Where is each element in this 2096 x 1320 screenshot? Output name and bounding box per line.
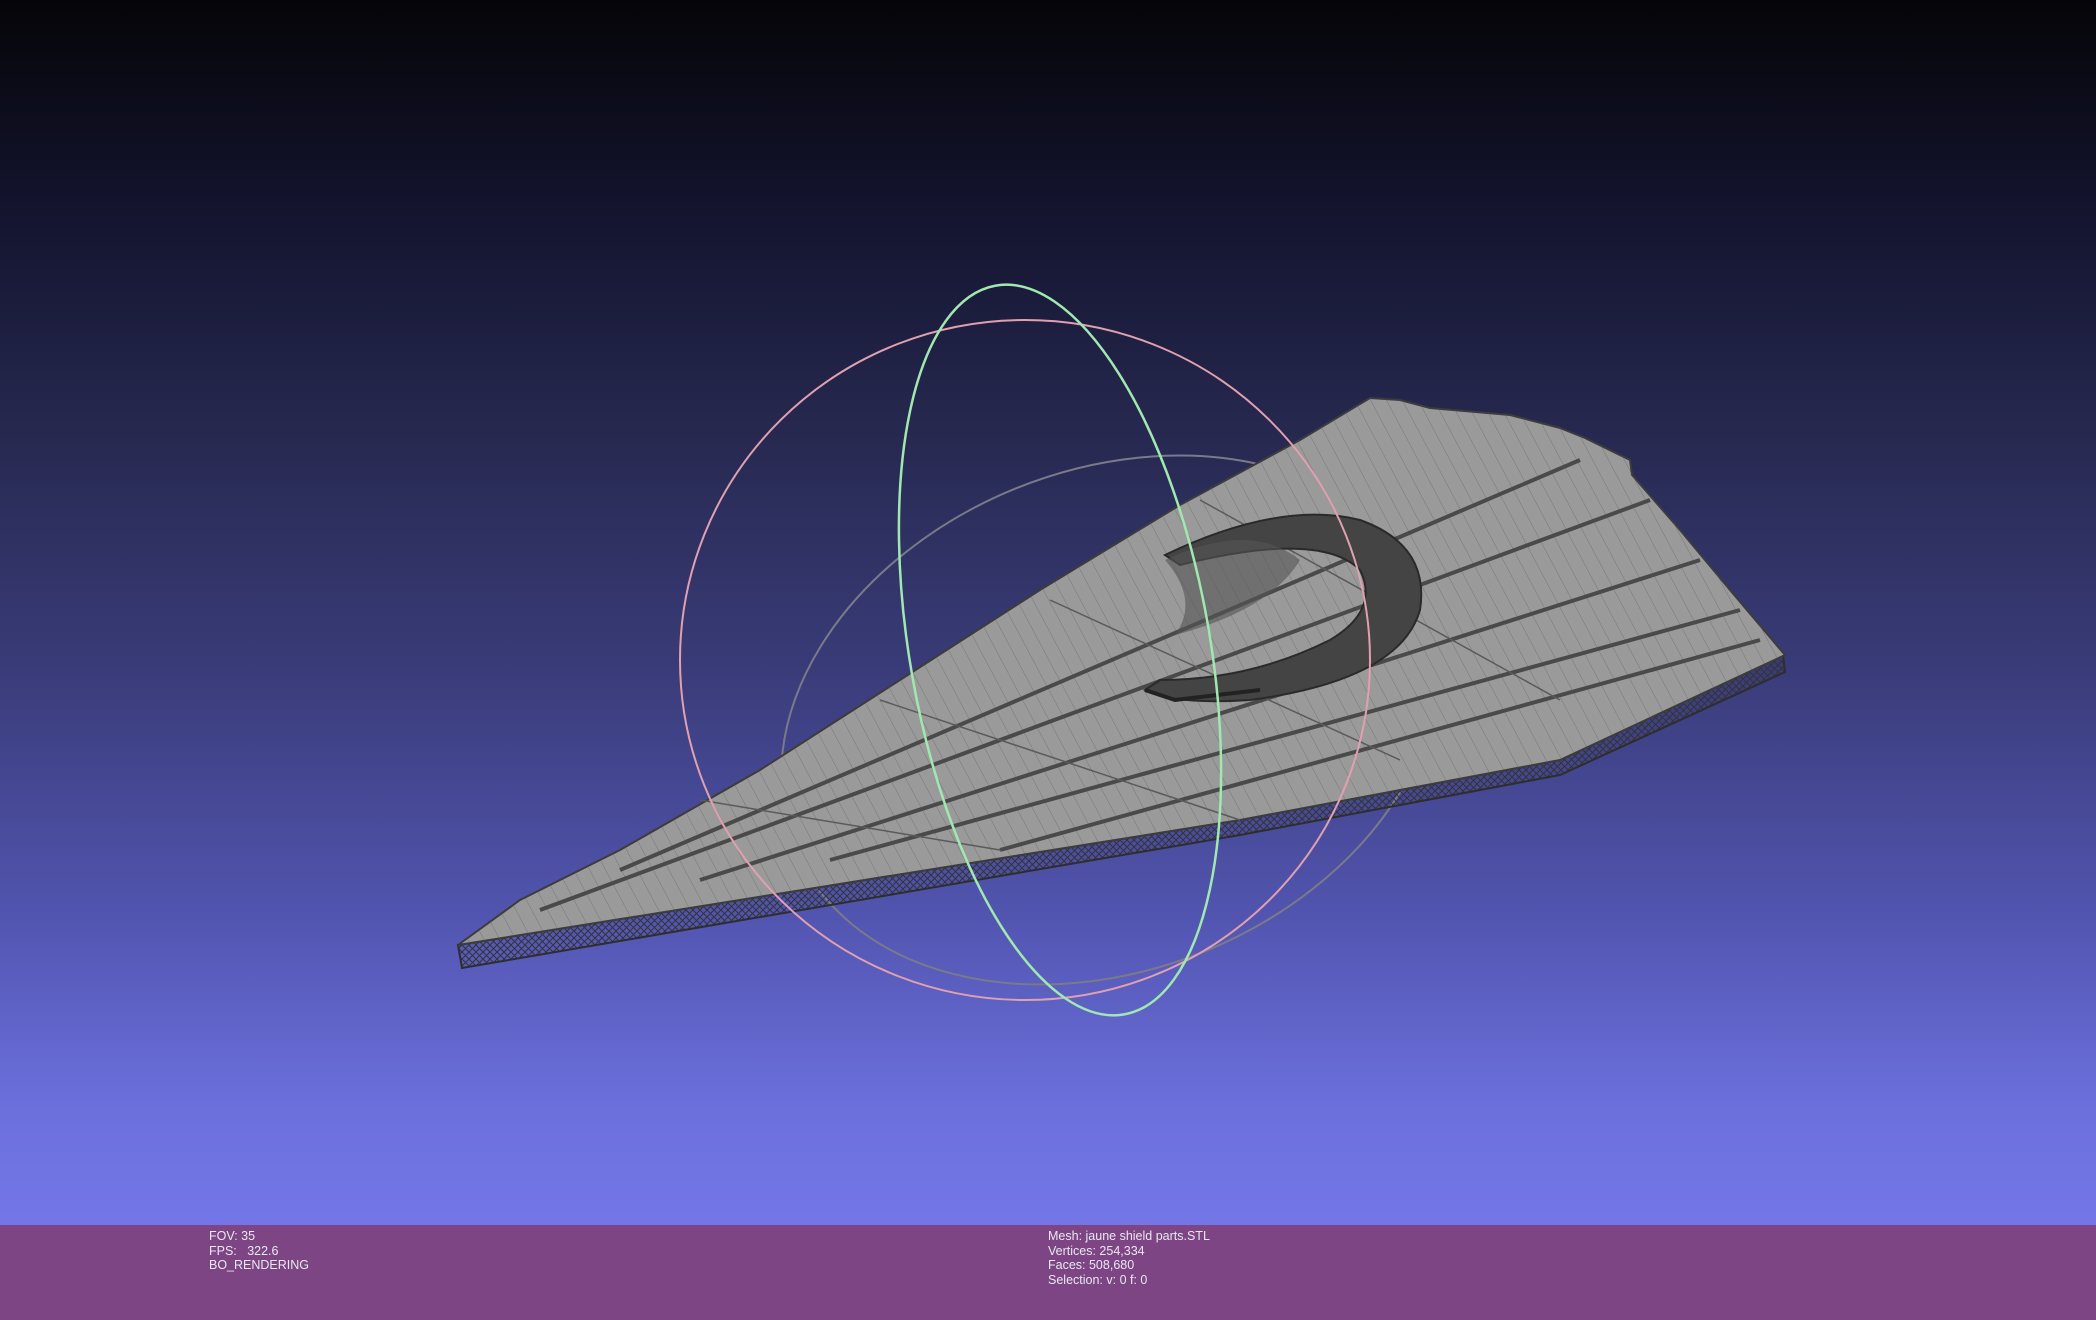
viewport-canvas[interactable]: [0, 0, 2096, 1225]
mesh-name-label: Mesh: jaune shield parts.STL: [1048, 1229, 1210, 1243]
mesh-info: Mesh: jaune shield parts.STL Vertices: 2…: [1048, 1229, 1210, 1287]
mesh-wireframe[interactable]: [456, 396, 1787, 970]
fps-label: FPS: 322.6: [209, 1243, 279, 1258]
3d-viewport[interactable]: [0, 0, 2096, 1225]
status-bar: FOV: 35 FPS: 322.6 BO_RENDERING Mesh: ja…: [0, 1225, 2096, 1320]
faces-label: Faces: 508,680: [1048, 1258, 1135, 1272]
render-info: FOV: 35 FPS: 322.6 BO_RENDERING: [209, 1229, 309, 1273]
selection-label: Selection: v: 0 f: 0: [1048, 1272, 1148, 1287]
fov-label: FOV: 35: [209, 1229, 256, 1243]
vertices-label: Vertices: 254,334: [1048, 1243, 1145, 1258]
render-mode-label: BO_RENDERING: [209, 1258, 310, 1272]
